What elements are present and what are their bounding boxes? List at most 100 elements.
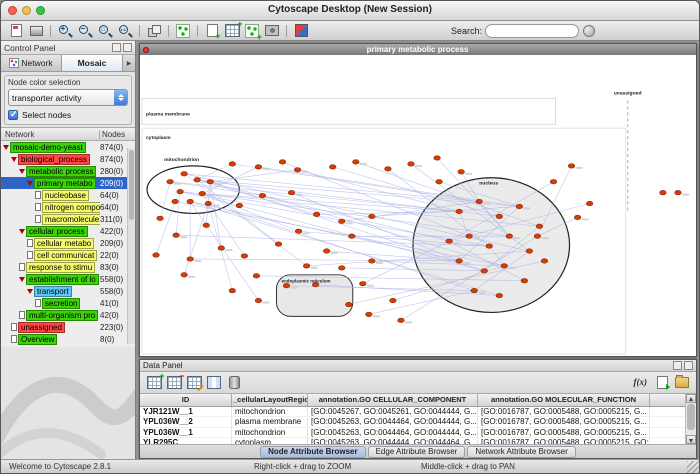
select-nodes-checkbox[interactable]: [8, 110, 18, 120]
graph-node[interactable]: [207, 179, 214, 184]
tree-node-label[interactable]: secretion: [42, 298, 80, 309]
resize-grip[interactable]: [687, 461, 699, 473]
zoom-out-icon[interactable]: [76, 23, 94, 39]
tree-node-label[interactable]: unassigned: [18, 322, 65, 333]
graph-node[interactable]: [476, 199, 483, 204]
graph-node[interactable]: [366, 312, 373, 317]
graph-node[interactable]: [187, 199, 194, 204]
graph-node[interactable]: [323, 249, 330, 254]
graph-node[interactable]: [541, 259, 548, 264]
graph-node[interactable]: [279, 160, 286, 165]
tree-row[interactable]: unassigned223(0): [1, 321, 135, 333]
tree-node-label[interactable]: response to stimu: [26, 262, 95, 273]
graph-node[interactable]: [253, 274, 260, 279]
tree-node-label[interactable]: macromolecule: [42, 214, 100, 225]
table-row[interactable]: YPL036W__2plasma membrane[GO:0045263, GO…: [140, 417, 686, 427]
column-header[interactable]: ID: [140, 394, 232, 406]
graph-node[interactable]: [408, 162, 415, 167]
graph-node[interactable]: [255, 165, 262, 170]
graph-node[interactable]: [338, 219, 345, 224]
graph-node[interactable]: [456, 209, 463, 214]
expand-triangle-icon[interactable]: [27, 289, 33, 294]
table-row[interactable]: YLR295Ccytoplasm[GO:0045263, GO:0044444,…: [140, 438, 686, 444]
zoom-selected-icon[interactable]: [96, 23, 114, 39]
graph-node[interactable]: [313, 212, 320, 217]
tree-row[interactable]: establishment of lo558(0): [1, 273, 135, 285]
graph-node[interactable]: [471, 288, 478, 293]
tree-header-nodes[interactable]: Nodes: [99, 130, 135, 139]
tree-node-label[interactable]: cellular metabo: [34, 238, 94, 249]
graph-node[interactable]: [229, 162, 236, 167]
scroll-up-icon[interactable]: [686, 394, 696, 403]
graph-node[interactable]: [194, 177, 201, 182]
new-network-icon[interactable]: [243, 23, 261, 39]
graph-node[interactable]: [526, 249, 533, 254]
search-options-icon[interactable]: [580, 23, 598, 39]
graph-node[interactable]: [568, 164, 575, 169]
tree-node-label[interactable]: transport: [34, 286, 72, 297]
open-session-icon[interactable]: [7, 23, 25, 39]
float-panel-icon[interactable]: [112, 43, 121, 52]
graph-node[interactable]: [172, 199, 179, 204]
tree-node-label[interactable]: primary metabo: [34, 178, 96, 189]
network-overview-icon[interactable]: [174, 23, 192, 39]
tree-row[interactable]: metabolic process280(0): [1, 165, 135, 177]
color-attribute-select[interactable]: transporter activity: [8, 89, 128, 106]
graph-node[interactable]: [229, 288, 236, 293]
expand-triangle-icon[interactable]: [19, 169, 25, 174]
network-view-titlebar[interactable]: primary metabolic process: [140, 44, 696, 55]
save-session-icon[interactable]: [27, 23, 45, 39]
graph-node[interactable]: [660, 190, 667, 195]
graph-node[interactable]: [586, 201, 593, 206]
graph-node[interactable]: [241, 254, 248, 259]
graph-node[interactable]: [294, 168, 301, 173]
search-input[interactable]: [485, 24, 579, 38]
tree-row[interactable]: transport558(0): [1, 285, 135, 297]
float-data-panel-icon[interactable]: [673, 361, 682, 370]
graph-node[interactable]: [456, 259, 463, 264]
delete-rows-icon[interactable]: [225, 375, 243, 391]
tree-row[interactable]: Overview8(0): [1, 333, 135, 345]
import-table-icon[interactable]: [653, 375, 671, 391]
tree-row[interactable]: secretion41(0): [1, 297, 135, 309]
graph-node[interactable]: [173, 233, 180, 238]
rename-attribute-icon[interactable]: [185, 375, 203, 391]
cascade-windows-icon[interactable]: [145, 23, 163, 39]
snapshot-icon[interactable]: [263, 23, 281, 39]
zoom-actual-icon[interactable]: [116, 23, 134, 39]
graph-node[interactable]: [255, 298, 262, 303]
graph-node[interactable]: [434, 156, 441, 161]
expand-triangle-icon[interactable]: [19, 277, 25, 282]
import-attributes-icon[interactable]: [223, 23, 241, 39]
graph-node[interactable]: [181, 172, 188, 177]
graph-node[interactable]: [675, 190, 682, 195]
tree-node-label[interactable]: Overview: [18, 334, 57, 345]
graph-node[interactable]: [458, 170, 465, 175]
tree-row[interactable]: biological_process874(0): [1, 153, 135, 165]
graph-node[interactable]: [167, 179, 174, 184]
graph-node[interactable]: [181, 273, 188, 278]
graph-node[interactable]: [436, 179, 443, 184]
network-graph[interactable]: plasma membranecytoplasmmitochondrionnuc…: [140, 55, 696, 356]
tab-scroll-right-icon[interactable]: [123, 55, 135, 71]
graph-node[interactable]: [398, 318, 405, 323]
graph-node[interactable]: [516, 204, 523, 209]
graph-node[interactable]: [352, 160, 359, 165]
new-attribute-icon[interactable]: [145, 375, 163, 391]
tree-node-label[interactable]: mosaic-demo-yeast: [10, 142, 86, 153]
graph-node[interactable]: [521, 278, 528, 283]
graph-node[interactable]: [348, 234, 355, 239]
graph-node[interactable]: [303, 264, 310, 269]
graph-node[interactable]: [446, 239, 453, 244]
graph-node[interactable]: [496, 214, 503, 219]
tree-node-label[interactable]: nucleobase: [42, 190, 89, 201]
tree-row[interactable]: cellular metabo209(0): [1, 237, 135, 249]
graph-node[interactable]: [259, 193, 266, 198]
tree-row[interactable]: primary metabo209(0): [1, 177, 135, 189]
graph-node[interactable]: [501, 264, 508, 269]
graph-node[interactable]: [338, 266, 345, 271]
graph-node[interactable]: [205, 201, 212, 206]
zoom-in-icon[interactable]: [56, 23, 74, 39]
expand-triangle-icon[interactable]: [3, 145, 9, 150]
formula-builder-icon[interactable]: [633, 375, 651, 391]
